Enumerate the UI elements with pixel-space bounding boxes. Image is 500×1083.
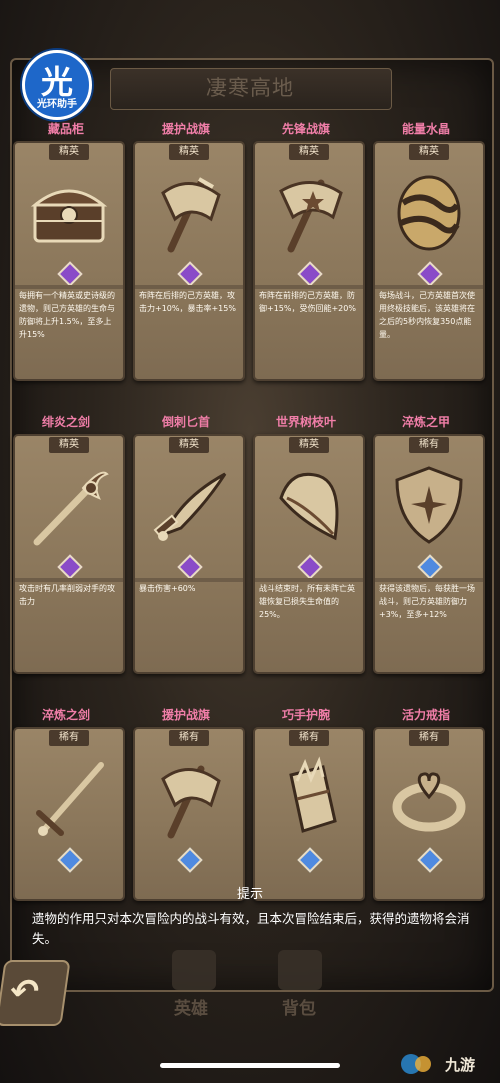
elite-gem-icon xyxy=(297,554,323,580)
flame-sword-icon xyxy=(33,471,109,546)
rare-gem-icon xyxy=(177,847,203,873)
card-description: 暴击伤害+60% xyxy=(139,584,196,593)
rarity-badge: 稀有 xyxy=(49,730,89,746)
barbed-dagger-icon xyxy=(153,472,227,541)
rare-gem-icon xyxy=(417,554,443,580)
relic-card[interactable]: 精英 暴击伤害+60% xyxy=(133,434,245,674)
relic-card[interactable]: 稀有 xyxy=(373,727,485,901)
watermark: 九游 xyxy=(397,1050,497,1078)
star-shield-icon xyxy=(395,466,463,544)
rare-gem-icon xyxy=(57,847,83,873)
watermark-text: 九游 xyxy=(445,1056,476,1074)
logo-label: 光环助手 xyxy=(37,99,77,110)
rarity-badge: 精英 xyxy=(49,437,89,453)
bracer-icon xyxy=(289,756,337,833)
treasure-chest-icon xyxy=(30,189,108,243)
heroes-tab-label[interactable]: 英雄 xyxy=(174,994,208,1019)
rarity-badge: 稀有 xyxy=(409,730,449,746)
hint-title: 提示 xyxy=(236,887,263,902)
relic-card[interactable]: 稀有 xyxy=(133,727,245,901)
back-arrow-icon: ↶ xyxy=(7,972,42,1012)
relic-card[interactable]: 精英 布阵在后排的己方英雄，攻击力+10%，暴击率+15% xyxy=(133,141,245,381)
relic-card[interactable]: 精英 每拥有一个精英或史诗级的遗物，则己方英雄的生命与防御将上升1.5%，至多上… xyxy=(13,141,125,381)
vanguard-banner-axe-icon xyxy=(279,179,343,253)
card-name: 淬炼之甲 xyxy=(401,415,450,429)
bag-icon[interactable] xyxy=(278,950,322,990)
rare-gem-icon xyxy=(417,847,443,873)
card-description: 战斗结束时，所有未阵亡英雄恢复已损失生命值的25%。 xyxy=(259,584,355,619)
card-name: 援护战旗 xyxy=(161,122,210,136)
back-button[interactable]: ↶ xyxy=(0,960,71,1026)
relic-card[interactable]: 精英 攻击时有几率削弱对手的攻击力 xyxy=(13,434,125,674)
card-description: 获得该遗物后，每获胜一场战斗，则己方英雄防御力+3%，至多+12% xyxy=(379,584,475,619)
rarity-badge: 稀有 xyxy=(289,730,329,746)
card-description: 攻击时有几率削弱对手的攻击力 xyxy=(19,584,115,606)
card-description: 布阵在后排的己方英雄，攻击力+10%，暴击率+15% xyxy=(139,291,236,313)
card-name: 绯炎之剑 xyxy=(41,415,90,429)
elite-gem-icon xyxy=(417,261,443,287)
energy-crystal-egg-icon xyxy=(397,175,461,251)
elite-gem-icon xyxy=(297,261,323,287)
rare-gem-icon xyxy=(297,847,323,873)
home-indicator[interactable] xyxy=(160,1063,340,1068)
bag-tab-label[interactable]: 背包 xyxy=(282,994,316,1019)
card-description: 每场战斗，己方英雄首次使用终极技能后，该英雄将在之后的5秒内恢复350点能量。 xyxy=(379,291,475,339)
card-name: 活力戒指 xyxy=(401,708,450,722)
card-name: 先锋战旗 xyxy=(281,122,330,136)
card-description: 每拥有一个精英或史诗级的遗物，则己方英雄的生命与防御将上升1.5%，至多上升15… xyxy=(19,291,115,339)
app-logo: 光 光环助手 xyxy=(22,50,92,120)
war-banner-axe-icon xyxy=(161,177,221,253)
card-name: 援护战旗 xyxy=(161,708,210,722)
heroes-helmet-icon[interactable] xyxy=(172,950,216,990)
rarity-badge: 精英 xyxy=(289,437,329,453)
card-name: 淬炼之剑 xyxy=(41,708,90,722)
rarity-badge: 稀有 xyxy=(409,437,449,453)
war-banner-axe-icon xyxy=(161,765,221,839)
rarity-badge: 精英 xyxy=(409,144,449,160)
relic-card[interactable]: 稀有 xyxy=(253,727,365,901)
elite-gem-icon xyxy=(57,554,83,580)
card-description: 布阵在前排的己方英雄，防御+15%，受伤回能+20% xyxy=(259,291,356,313)
relic-card[interactable]: 精英 战斗结束时，所有未阵亡英雄恢复已损失生命值的25%。 xyxy=(253,434,365,674)
rarity-badge: 精英 xyxy=(289,144,329,160)
hint-text: 遗物的作用只对本次冒险内的战斗有效，且本次冒险结束后，获得的遗物将会消失。 xyxy=(32,911,470,946)
rarity-badge: 稀有 xyxy=(169,730,209,746)
rarity-badge: 精英 xyxy=(49,144,89,160)
watermark-logo-icon xyxy=(401,1054,431,1074)
relic-card[interactable]: 精英 布阵在前排的己方英雄，防御+15%，受伤回能+20% xyxy=(253,141,365,381)
rarity-badge: 精英 xyxy=(169,437,209,453)
relic-card[interactable]: 稀有 xyxy=(13,727,125,901)
relic-card[interactable]: 稀有 获得该遗物后，每获胜一场战斗，则己方英雄防御力+3%，至多+12% xyxy=(373,434,485,674)
card-name: 世界树枝叶 xyxy=(275,415,336,429)
tempered-sword-icon xyxy=(36,762,104,836)
card-name: 能量水晶 xyxy=(401,122,450,136)
rarity-badge: 精英 xyxy=(169,144,209,160)
elite-gem-icon xyxy=(177,261,203,287)
card-name: 藏品柜 xyxy=(47,122,84,136)
heart-ring-icon xyxy=(392,772,466,832)
relic-card[interactable]: 精英 每场战斗，己方英雄首次使用终极技能后，该英雄将在之后的5秒内恢复350点能… xyxy=(373,141,485,381)
elite-gem-icon xyxy=(177,554,203,580)
world-tree-leaf-icon xyxy=(279,472,339,541)
elite-gem-icon xyxy=(57,261,83,287)
card-name: 倒刺匕首 xyxy=(161,415,210,429)
card-name: 巧手护腕 xyxy=(281,708,330,722)
